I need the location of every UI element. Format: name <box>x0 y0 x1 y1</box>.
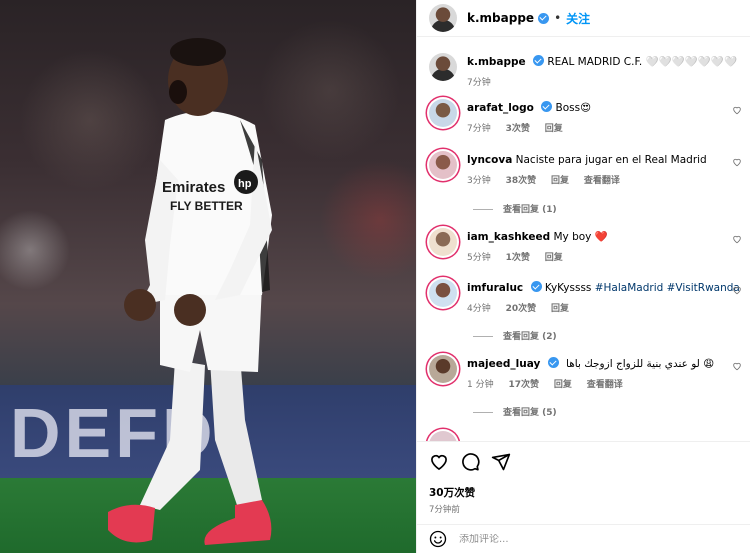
verified-badge-icon <box>541 101 553 112</box>
like-comment-heart-icon[interactable] <box>732 285 742 295</box>
comment-likes[interactable]: 20次赞 <box>506 304 537 314</box>
comment-likes[interactable]: 1次赞 <box>506 253 530 263</box>
comment-time: 3分钟 <box>467 176 491 186</box>
svg-text:hp: hp <box>238 178 252 190</box>
player-figure: Emirates FLY BETTER hp <box>108 38 272 545</box>
comment-likes[interactable]: 38次赞 <box>506 176 537 186</box>
svg-text:Emirates: Emirates <box>162 179 225 196</box>
author-avatar[interactable] <box>429 53 457 81</box>
reply-button[interactable]: 回复 <box>551 304 569 314</box>
commenter-username[interactable]: majeed_luay <box>467 358 540 370</box>
caption-username[interactable]: k.mbappe <box>467 56 526 68</box>
separator-dot: • <box>554 11 562 25</box>
comment-likes[interactable]: 17次赞 <box>508 380 539 390</box>
comments-list[interactable]: k.mbappe REAL MADRID C.F. 🤍🤍🤍🤍🤍🤍🤍 7分钟 ar… <box>417 38 750 441</box>
comment-text: Boss😍 <box>555 102 592 114</box>
view-replies-button[interactable]: 查看回复 (2) <box>473 329 557 342</box>
replies-divider <box>473 336 493 337</box>
like-comment-heart-icon[interactable] <box>732 105 742 115</box>
caption-text: REAL MADRID C.F. 🤍🤍🤍🤍🤍🤍🤍 <box>547 56 738 68</box>
commenter-username[interactable]: imfuraluc <box>467 282 523 294</box>
commenter-username[interactable]: iam_kashkeed <box>467 231 550 243</box>
speech-bubble-icon[interactable] <box>460 452 480 472</box>
comment-time: 1 分钟 <box>467 380 494 390</box>
follow-button[interactable]: 关注 <box>566 10 590 27</box>
see-translation-button[interactable]: 查看翻译 <box>584 176 620 186</box>
author-username[interactable]: k.mbappe <box>467 11 534 25</box>
hashtag-links[interactable]: #HalaMadrid #VisitRwanda <box>595 282 740 294</box>
comment-time: 5分钟 <box>467 253 491 263</box>
reply-button[interactable]: 回复 <box>554 380 572 390</box>
commenter-avatar[interactable] <box>429 431 457 441</box>
heart-outline-icon[interactable] <box>429 452 449 472</box>
like-comment-heart-icon[interactable] <box>732 234 742 244</box>
caption-time: 7分钟 <box>467 78 491 88</box>
commenter-avatar[interactable] <box>429 151 457 179</box>
post-photo[interactable]: DEFD Emirates FLY BETTER hp <box>0 0 416 553</box>
comment-text-plain: KyKyssss <box>544 282 595 294</box>
commenter-username[interactable]: arafat_logo <box>467 102 534 114</box>
view-replies-label: 查看回复 (1) <box>503 205 557 215</box>
smiley-face-icon[interactable] <box>429 530 447 548</box>
comment-text: 😩 لو عندي بنية للزواج ازوجك باها <box>566 358 715 370</box>
view-replies-button[interactable]: 查看回复 (5) <box>473 405 557 418</box>
paper-plane-icon[interactable] <box>491 452 511 472</box>
reply-button[interactable]: 回复 <box>545 124 563 134</box>
verified-badge-icon <box>530 281 542 292</box>
comment-time: 7分钟 <box>467 124 491 134</box>
verified-badge-icon <box>547 357 559 368</box>
commenter-username[interactable]: lyncova <box>467 154 512 166</box>
post-header: k.mbappe • 关注 <box>417 0 750 37</box>
replies-divider <box>473 209 493 210</box>
comment-text: Naciste para jugar en el Real Madrid <box>515 154 707 166</box>
view-replies-label: 查看回复 (2) <box>503 332 557 342</box>
commenter-avatar[interactable] <box>429 228 457 256</box>
comment-input[interactable] <box>459 533 729 545</box>
post-detail-panel: k.mbappe • 关注 k.mbappe REAL MADRID C.F. … <box>416 0 750 553</box>
view-replies-button[interactable]: 查看回复 (1) <box>473 202 557 215</box>
comment-likes[interactable]: 3次赞 <box>506 124 530 134</box>
verified-badge-icon <box>533 55 545 66</box>
commenter-avatar[interactable] <box>429 355 457 383</box>
svg-text:FLY BETTER: FLY BETTER <box>170 199 243 213</box>
commenter-avatar[interactable] <box>429 99 457 127</box>
reply-button[interactable]: 回复 <box>545 253 563 263</box>
verified-badge-icon <box>538 12 550 24</box>
post-actions: 30万次赞 7分钟前 <box>417 441 750 526</box>
add-comment-bar <box>417 524 750 553</box>
like-comment-heart-icon[interactable] <box>732 361 742 371</box>
post-timestamp: 7分钟前 <box>429 505 460 515</box>
see-translation-button[interactable]: 查看翻译 <box>587 380 623 390</box>
comment-text: My boy ❤️ <box>553 231 608 243</box>
like-comment-heart-icon[interactable] <box>732 157 742 167</box>
comment-time: 4分钟 <box>467 304 491 314</box>
reply-button[interactable]: 回复 <box>551 176 569 186</box>
commenter-avatar[interactable] <box>429 279 457 307</box>
post-likes-count[interactable]: 30万次赞 <box>429 485 739 500</box>
view-replies-label: 查看回复 (5) <box>503 408 557 418</box>
replies-divider <box>473 412 493 413</box>
author-avatar[interactable] <box>429 4 457 32</box>
